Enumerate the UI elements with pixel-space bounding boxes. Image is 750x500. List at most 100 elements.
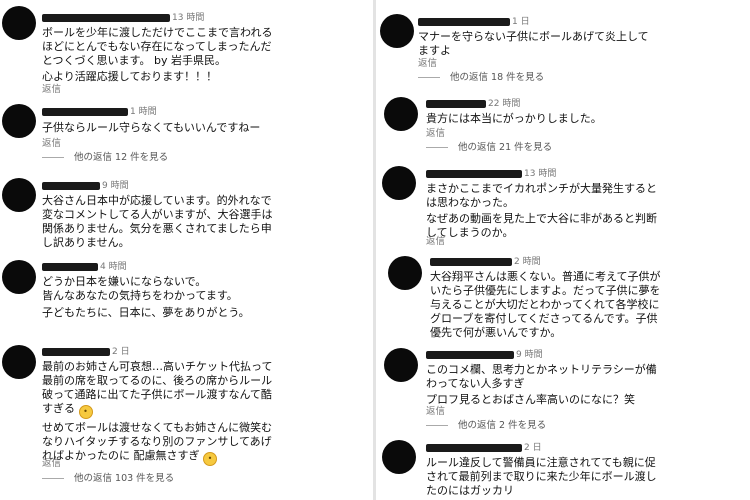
comment-text-line: まさかここまでイカれポンチが大量発生すると (426, 182, 657, 195)
redacted-username (418, 18, 510, 26)
view-more-replies-link[interactable]: 他の返信 103 件を見る (42, 473, 174, 485)
comment-text-line: 心より活躍応援しております！！！ (42, 70, 218, 83)
comment-timestamp: 1 時間 (130, 107, 157, 117)
comment-text-line: 大谷翔平さんは悪くない。普通に考えて子供が (430, 270, 661, 283)
comment-text-line: してしまうのか。 (426, 226, 514, 239)
comment-text-line: どうか日本を嫌いにならないで。 (42, 275, 207, 288)
comment-meta: 9 時間 (426, 349, 543, 361)
redacted-username (426, 351, 514, 359)
comment-text-line: せめてボールは渡せなくてもお姉さんに微笑む (42, 421, 273, 434)
view-more-replies-label: 他の返信 103 件を見る (74, 473, 175, 484)
thread-line (426, 147, 448, 148)
comment-timestamp: 13 時間 (524, 169, 557, 179)
comment-text-line: とつくづく思います。 by 岩手県民。 (42, 54, 226, 67)
redacted-username (42, 348, 110, 356)
comment-body: 大谷翔平さんは悪くない。普通に考えて子供が いたら子供優先にしますよ。だって子供… (430, 270, 748, 340)
comment-text-line: マナーを守らない子供にボールあげて炎上して (418, 30, 649, 43)
redacted-username (42, 263, 98, 271)
comment-text-line: ほどにとんでもない存在になってしまったんだ (42, 40, 272, 53)
comment-meta: 4 時間 (42, 261, 127, 273)
reply-button[interactable]: 返信 (418, 58, 437, 70)
reply-button[interactable]: 返信 (42, 84, 61, 96)
comment-text-line: たのにはガッカリ (426, 484, 514, 497)
view-more-replies-label: 他の返信 12 件を見る (74, 152, 169, 163)
avatar[interactable] (2, 6, 36, 40)
avatar[interactable] (384, 348, 418, 382)
left-comment-column: 13 時間 ボールを少年に渡しただけでここまで言われる ほどにとんでもない存在に… (0, 0, 372, 500)
comment-body: 貴方には本当にがっかりしました。 (426, 112, 746, 126)
redacted-username (426, 170, 522, 178)
avatar[interactable] (2, 345, 36, 379)
view-more-replies-label: 他の返信 21 件を見る (458, 142, 553, 153)
view-more-replies-label: 他の返信 2 件を見る (458, 420, 547, 431)
comment-timestamp: 2 日 (112, 347, 130, 357)
comment-text-line: し訳ありません。 (42, 236, 130, 249)
comment-text-line: このコメ欄、思考力とかネットリテラシーが備 (426, 363, 657, 376)
comment-text-line: プロフ見るとおばさん率高いのになに？笑 (426, 393, 635, 406)
view-more-replies-link[interactable]: 他の返信 2 件を見る (426, 420, 546, 432)
comment-text-line: 破って通路に出てた子供にボール渡すなんて酷 (42, 388, 272, 401)
comment-timestamp: 13 時間 (172, 13, 205, 23)
comment-body: どうか日本を嫌いにならないで。 皆んなあなたの気持ちをわかってます。 子どもたち… (42, 275, 368, 320)
comment-text-line: ルール違反して警備員に注意されてても親に促 (426, 456, 656, 469)
avatar[interactable] (2, 260, 36, 294)
comment-timestamp: 22 時間 (488, 99, 521, 109)
comment-meta: 1 時間 (42, 106, 157, 118)
redacted-username (426, 100, 486, 108)
comment-text-line: は思わなかった。 (426, 196, 514, 209)
view-more-replies-link[interactable]: 他の返信 18 件を見る (418, 72, 544, 84)
comment-text-line: 大谷さん日本中が応援しています。的外れなで (42, 194, 272, 207)
comment-text-line: 与えることが大切だとわかってくれて各学校に (430, 298, 660, 311)
redacted-username (42, 108, 128, 116)
comment-text-line: 優先で何が悪いんですか。 (430, 326, 562, 339)
comment-text-line: ればよかったのに 配慮無さすぎ • (42, 449, 368, 466)
comment-text-line: 皆んなあなたの気持ちをわかってます。 (42, 289, 238, 302)
redacted-username (42, 182, 100, 190)
right-comment-column: 1 日 マナーを守らない子供にボールあげて炎上して ますよ 返信 他の返信 18… (378, 0, 750, 500)
comment-body: ボールを少年に渡しただけでここまで言われる ほどにとんでもない存在になってしまっ… (42, 26, 368, 84)
avatar[interactable] (384, 97, 418, 131)
view-more-replies-link[interactable]: 他の返信 21 件を見る (426, 142, 552, 154)
comment-text-line: すぎる • (42, 402, 368, 419)
redacted-username (42, 14, 170, 22)
comment-meta: 13 時間 (42, 12, 204, 24)
comment-timestamp: 4 時間 (100, 262, 127, 272)
comment-text-fragment: すぎる (42, 402, 75, 415)
reply-button[interactable]: 返信 (426, 128, 445, 140)
comment-body: ルール違反して警備員に注意されてても親に促 されて最前列まで取りに来た少年にボー… (426, 456, 748, 498)
comment-text-line: 最前のお姉さん可哀想…高いチケット代払って (42, 360, 273, 373)
comment-text-fragment: ればよかったのに 配慮無さすぎ (42, 449, 200, 462)
comment-meta: 13 時間 (426, 168, 556, 180)
reply-button[interactable]: 返信 (42, 138, 61, 150)
redacted-username (426, 444, 522, 452)
comment-text-line: いたら子供優先にしますよ。だって子供に夢を (430, 284, 661, 297)
comment-body: マナーを守らない子供にボールあげて炎上して ますよ (418, 30, 746, 58)
thread-line (418, 77, 440, 78)
avatar[interactable] (2, 178, 36, 212)
thread-line (426, 425, 448, 426)
comment-meta: 2 時間 (430, 256, 541, 268)
comment-text-line: ボールを少年に渡しただけでここまで言われる (42, 26, 273, 39)
comment-body: まさかここまでイカれポンチが大量発生すると は思わなかった。 なぜあの動画を見た… (426, 182, 746, 240)
comment-text-line: 最前の席を取ってるのに、後ろの席からルール (42, 374, 273, 387)
reply-button[interactable]: 返信 (42, 458, 61, 470)
crying-face-emoji-icon: • (78, 405, 93, 419)
avatar[interactable] (380, 14, 414, 48)
comment-body: 子供ならルール守らなくてもいいんですねー (42, 121, 368, 135)
comment-body: 大谷さん日本中が応援しています。的外れなで 変なコメントしてる人がいますが、大谷… (42, 194, 368, 250)
view-more-replies-link[interactable]: 他の返信 12 件を見る (42, 152, 168, 164)
column-divider (373, 0, 376, 500)
avatar[interactable] (2, 104, 36, 138)
comment-meta: 9 時間 (42, 180, 129, 192)
avatar[interactable] (382, 440, 416, 474)
thread-line (42, 478, 64, 479)
avatar[interactable] (382, 166, 416, 200)
comment-timestamp: 2 時間 (514, 257, 541, 267)
avatar[interactable] (388, 256, 422, 290)
reply-button[interactable]: 返信 (426, 236, 445, 248)
comment-meta: 2 日 (42, 346, 130, 358)
comment-text-line: わってない人多すぎ (426, 377, 525, 390)
comment-text-line: なぜあの動画を見た上で大谷に非があると判断 (426, 212, 657, 225)
reply-button[interactable]: 返信 (426, 406, 445, 418)
comment-meta: 22 時間 (426, 98, 520, 110)
